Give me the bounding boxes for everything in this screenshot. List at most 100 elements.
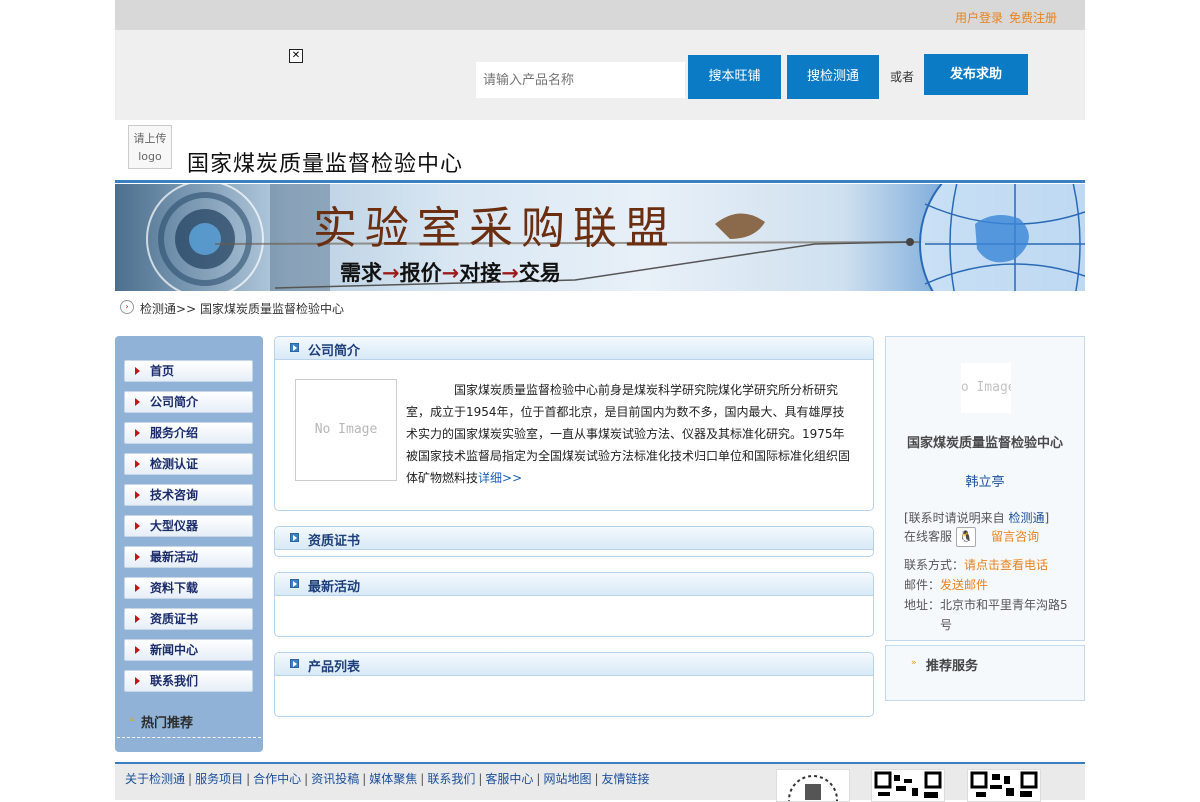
panel-title: 最新活动 — [308, 580, 361, 595]
send-email-link[interactable]: 发送邮件 — [940, 578, 988, 592]
hot-recommend-title: 热门推荐 — [141, 716, 194, 731]
footer-link[interactable]: 客服中心 — [485, 772, 533, 786]
sidebar-item-label: 服务介绍 — [150, 426, 199, 440]
logo-placeholder: 请上传 logo — [128, 125, 172, 169]
address-value: 北京市和平里青年沟路5 — [940, 598, 1068, 612]
logo-text-line2: logo — [138, 150, 162, 163]
sidebar-item-consulting[interactable]: 技术咨询 — [124, 484, 253, 506]
leave-message-link[interactable]: 留言咨询 — [991, 530, 1039, 544]
breadcrumb: 检测通>> 国家煤炭质量监督检验中心 — [140, 300, 344, 317]
login-link[interactable]: 用户登录 — [955, 11, 1003, 25]
triangle-right-icon — [135, 584, 140, 592]
products-panel: 产品列表 — [274, 652, 874, 717]
contact-method: 联系方式：请点击查看电话 — [904, 558, 1049, 572]
qr-code-image — [967, 769, 1041, 802]
sidebar-item-events[interactable]: 最新活动 — [124, 546, 253, 568]
double-chevron-icon: » — [129, 715, 135, 725]
publish-request-button[interactable]: 发布求助 — [924, 54, 1028, 95]
address-row: 地址：北京市和平里青年沟路5 — [904, 598, 1068, 612]
top-bar: 用户登录 免费注册 — [115, 0, 1085, 30]
sidebar-item-about[interactable]: 公司简介 — [124, 391, 253, 413]
panel-title: 公司简介 — [308, 344, 361, 359]
sidebar-item-certificates[interactable]: 资质证书 — [124, 608, 253, 630]
square-arrow-icon — [290, 343, 299, 352]
footer-link[interactable]: 合作中心 — [253, 772, 301, 786]
footer-link[interactable]: 联系我们 — [427, 772, 475, 786]
sidebar-item-label: 检测认证 — [150, 457, 199, 471]
panel-header: 产品列表 — [275, 653, 873, 676]
banner-step-1: 需求 — [340, 261, 382, 285]
or-label: 或者 — [890, 70, 915, 84]
footer-links: 关于检测通 | 服务项目 | 合作中心 | 资讯投稿 | 媒体聚焦 | 联系我们 | 客服中心 | 网站地图… — [125, 772, 650, 786]
online-service: 在线客服 🐧 留言咨询 — [904, 527, 1039, 547]
banner[interactable]: 实验室采购联盟 需求→报价→对接→交易 — [115, 184, 1085, 291]
banner-title: 实验室采购联盟 — [313, 203, 677, 254]
triangle-right-icon — [135, 491, 140, 499]
intro-body: 国家煤炭质量监督检验中心前身是煤炭科学研究院煤化学研究所分析研究室，成立于195… — [406, 383, 851, 485]
banner-step-4: 交易 — [518, 261, 561, 285]
email-row: 邮件：发送邮件 — [904, 578, 989, 592]
intro-text: 国家煤炭质量监督检验中心前身是煤炭科学研究院煤化学研究所分析研究室，成立于195… — [406, 379, 852, 489]
sidebar-item-certification[interactable]: 检测认证 — [124, 453, 253, 475]
search-shop-button[interactable]: 搜本旺铺 — [688, 55, 781, 99]
sidebar-item-label: 技术咨询 — [150, 488, 199, 502]
arrow-right-icon: → — [382, 261, 400, 285]
footer-link[interactable]: 服务项目 — [195, 772, 243, 786]
sidebar-item-label: 最新活动 — [150, 550, 199, 564]
sidebar-item-services[interactable]: 服务介绍 — [124, 422, 253, 444]
breadcrumb-home[interactable]: 检测通 — [140, 302, 176, 316]
triangle-right-icon — [135, 367, 140, 375]
triangle-right-icon — [135, 677, 140, 685]
intro-panel: 公司简介 No Image 国家煤炭质量监督检验中心前身是煤炭科学研究院煤化学研… — [274, 336, 874, 511]
panel-title: 资质证书 — [308, 534, 361, 549]
panel-header: 资质证书 — [275, 527, 873, 550]
company-profile-card: No Image 国家煤炭质量监督检验中心 韩立亭 [联系时请说明来自 检测通]… — [885, 336, 1085, 641]
qq-chat-icon[interactable]: 🐧 — [955, 527, 976, 547]
sidebar-item-label: 联系我们 — [150, 674, 199, 688]
sidebar-nav: 首页 公司简介 服务介绍 检测认证 技术咨询 大型仪器 最新活动 资料下载 资质… — [115, 336, 263, 752]
triangle-right-icon — [135, 429, 140, 437]
events-panel: 最新活动 — [274, 572, 874, 637]
sidebar-item-label: 公司简介 — [150, 395, 199, 409]
sidebar-item-instruments[interactable]: 大型仪器 — [124, 515, 253, 537]
qr-code-image — [871, 769, 945, 802]
search-test-button[interactable]: 搜检测通 — [787, 55, 879, 99]
contact-note: [联系时请说明来自 检测通] — [904, 511, 1050, 525]
triangle-right-icon — [135, 522, 140, 530]
profile-contact-person[interactable]: 韩立亭 — [886, 471, 1084, 490]
footer-link[interactable]: 友情链接 — [602, 772, 650, 786]
recommend-title: 推荐服务 — [926, 659, 979, 674]
panel-title: 产品列表 — [308, 660, 361, 675]
footer-link[interactable]: 资讯投稿 — [311, 772, 359, 786]
broken-image-icon: ✕ — [289, 49, 303, 63]
logo-text-line1: 请上传 — [133, 132, 167, 145]
panel-header: 公司简介 — [275, 337, 873, 360]
qr-code-image — [776, 769, 850, 802]
sidebar-item-news[interactable]: 新闻中心 — [124, 639, 253, 661]
sidebar-item-home[interactable]: 首页 — [124, 360, 253, 382]
sidebar-item-contact[interactable]: 联系我们 — [124, 670, 253, 692]
triangle-right-icon — [135, 553, 140, 561]
certificates-panel: 资质证书 — [274, 526, 874, 557]
square-arrow-icon — [290, 579, 299, 588]
read-more-link[interactable]: 详细>> — [478, 471, 522, 485]
sidebar-item-downloads[interactable]: 资料下载 — [124, 577, 253, 599]
register-link[interactable]: 免费注册 — [1009, 11, 1057, 25]
banner-step-3: 对接 — [459, 261, 502, 285]
breadcrumb-separator: >> — [176, 302, 197, 316]
footer-link[interactable]: 网站地图 — [543, 772, 591, 786]
triangle-right-icon — [135, 646, 140, 654]
note-source-link[interactable]: 检测通 — [1009, 511, 1045, 525]
footer-link[interactable]: 关于检测通 — [125, 772, 185, 786]
search-input[interactable] — [476, 62, 685, 98]
square-arrow-icon — [290, 533, 299, 542]
breadcrumb-current: 国家煤炭质量监督检验中心 — [199, 302, 344, 316]
triangle-right-icon — [135, 398, 140, 406]
profile-company-name: 国家煤炭质量监督检验中心 — [906, 436, 1063, 451]
view-phone-link[interactable]: 请点击查看电话 — [964, 558, 1048, 572]
sidebar-item-label: 大型仪器 — [150, 519, 199, 533]
account-links: 用户登录 免费注册 — [949, 9, 1057, 26]
divider — [117, 737, 261, 738]
arrow-right-icon: → — [501, 261, 519, 285]
footer-link[interactable]: 媒体聚焦 — [369, 772, 417, 786]
